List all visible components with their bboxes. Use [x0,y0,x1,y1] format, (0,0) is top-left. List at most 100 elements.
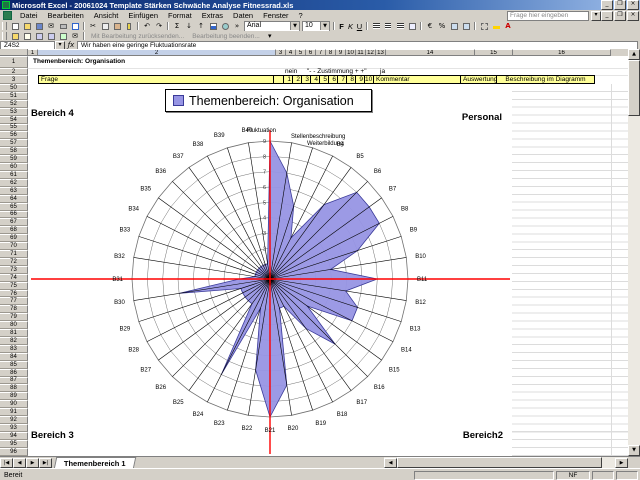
row-header-76[interactable]: 76 [0,290,28,298]
column-header-8[interactable]: 8 [326,49,336,56]
column-header-14[interactable]: 14 [386,49,475,56]
workbook-close-button[interactable]: × [627,11,639,21]
font-name-dropdown-icon[interactable]: ▼ [290,22,299,30]
font-size-dropdown-icon[interactable]: ▼ [320,22,329,30]
column-header-3[interactable]: 3 [276,49,286,56]
undo-icon[interactable]: ↶ [142,22,153,31]
toolbar-grip[interactable] [2,32,7,40]
restore-button[interactable]: ❐ [614,0,626,10]
close-button[interactable]: × [627,0,639,10]
decrease-decimal-icon[interactable] [461,22,472,31]
header-cell[interactable]: 2 [293,75,302,84]
chart-wizard-icon[interactable] [208,22,219,31]
row-header-61[interactable]: 61 [0,171,28,179]
row-header-68[interactable]: 68 [0,226,28,234]
row-header-86[interactable]: 86 [0,369,28,377]
menu-format[interactable]: Format [163,10,197,21]
last-sheet-icon[interactable]: ▶| [39,458,52,468]
sort-ascending-icon[interactable]: ↓ [184,22,195,31]
menu-fenster[interactable]: Fenster [258,10,293,21]
row-header-3[interactable]: 3 [0,75,28,84]
print-preview-icon[interactable] [70,22,81,31]
send-with-changes-button[interactable]: Mit Bearbeitung zurücksenden... [87,33,188,40]
header-cell[interactable]: 8 [347,75,356,84]
align-right-icon[interactable] [395,22,406,31]
question-input[interactable]: Frage hier eingeben [507,11,589,21]
format-painter-icon[interactable] [124,22,135,31]
menu-daten[interactable]: Daten [228,10,258,21]
merge-center-icon[interactable] [407,22,418,31]
row-header-57[interactable]: 57 [0,139,28,147]
scroll-up-icon[interactable]: ▲ [628,49,640,60]
column-header-16[interactable]: 16 [513,49,611,56]
print-icon[interactable] [58,22,69,31]
autosum-icon[interactable]: Σ [172,22,183,31]
review-mail-icon[interactable]: ✉ [70,32,81,41]
review-accept-icon[interactable] [58,32,69,41]
menu-bearbeiten[interactable]: Bearbeiten [43,10,89,21]
row-3-header-row[interactable]: Frage12345678910KommentarAuswertungBesch… [28,75,628,84]
horizontal-scroll-thumb[interactable] [397,457,602,468]
first-sheet-icon[interactable]: |◀ [0,458,13,468]
menu-einfügen[interactable]: Einfügen [123,10,163,21]
column-header-1[interactable]: 1 [28,49,38,56]
row-header-81[interactable]: 81 [0,329,28,337]
row-header-50[interactable]: 50 [0,84,28,92]
row-header-69[interactable]: 69 [0,234,28,242]
fill-color-icon[interactable] [491,22,502,31]
row-header-56[interactable]: 56 [0,131,28,139]
column-header-12[interactable]: 12 [366,49,376,56]
row-header-89[interactable]: 89 [0,392,28,400]
increase-decimal-icon[interactable] [449,22,460,31]
next-sheet-icon[interactable]: ▶ [26,458,39,468]
borders-icon[interactable] [479,22,490,31]
column-header-9[interactable]: 9 [336,49,346,56]
row-header-94[interactable]: 94 [0,432,28,440]
row-header-59[interactable]: 59 [0,155,28,163]
row-header-63[interactable]: 63 [0,187,28,195]
toolbar-options-icon[interactable]: ▾ [264,32,275,41]
workbook-restore-button[interactable]: ❐ [614,11,626,21]
scroll-left-icon[interactable]: ◀ [384,458,397,468]
review-previous-icon[interactable] [34,32,45,41]
header-cell[interactable]: 10 [365,75,374,84]
row-header-77[interactable]: 77 [0,297,28,305]
row-header-52[interactable]: 52 [0,100,28,108]
row-header-84[interactable]: 84 [0,353,28,361]
row-header-62[interactable]: 62 [0,179,28,187]
column-header-15[interactable]: 15 [475,49,513,56]
radar-chart[interactable]: 123456789FluktuationStellenbeschreibungW… [29,86,512,456]
cell-title[interactable]: Themenbereich: Organisation [33,58,125,65]
row-header-79[interactable]: 79 [0,313,28,321]
row-header-53[interactable]: 53 [0,108,28,116]
font-size-combo[interactable]: 10 ▼ [302,21,330,32]
row-header-95[interactable]: 95 [0,440,28,448]
cut-icon[interactable]: ✂ [88,22,99,31]
row-header-2[interactable]: 2 [0,68,28,75]
select-all-corner[interactable] [0,49,28,56]
row-header-91[interactable]: 91 [0,408,28,416]
toolbar-grip[interactable] [2,22,7,30]
row-header-55[interactable]: 55 [0,124,28,132]
percent-icon[interactable]: % [437,22,448,31]
scroll-down-icon[interactable]: ▼ [628,445,640,456]
prev-sheet-icon[interactable]: ◀ [13,458,26,468]
row-header-64[interactable]: 64 [0,195,28,203]
underline-button[interactable]: U [355,22,364,31]
column-header-13[interactable]: 13 [376,49,386,56]
end-review-button[interactable]: Bearbeitung beenden... [188,33,264,40]
column-header-5[interactable]: 5 [296,49,306,56]
toolbar-overflow-icon[interactable]: » [232,22,243,31]
row-header-51[interactable]: 51 [0,92,28,100]
save-icon[interactable] [34,22,45,31]
empty-cells-grid[interactable] [512,84,628,456]
mail-icon[interactable]: ✉ [46,22,57,31]
row-header-92[interactable]: 92 [0,416,28,424]
workbook-minimize-button[interactable]: _ [601,11,613,21]
review-comment-icon[interactable] [22,32,33,41]
row-header-74[interactable]: 74 [0,274,28,282]
menu-datei[interactable]: Datei [15,10,43,21]
row-header-65[interactable]: 65 [0,203,28,211]
row-header-72[interactable]: 72 [0,258,28,266]
header-cell[interactable]: 3 [302,75,311,84]
